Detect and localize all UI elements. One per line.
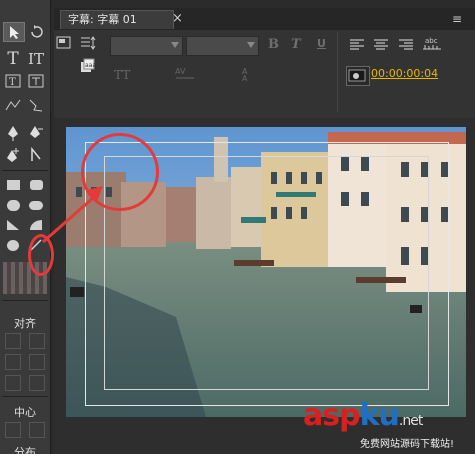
panel-menu-icon[interactable]: ≡ <box>452 12 462 26</box>
bold-button[interactable]: B <box>268 37 279 52</box>
align-bottom-icon[interactable] <box>29 375 45 391</box>
leading-icon[interactable]: AA <box>240 66 256 83</box>
center-section-title: 中心 <box>14 406 36 419</box>
vertical-area-type-tool-icon[interactable] <box>26 72 46 90</box>
vertical-path-type-tool-icon[interactable] <box>26 96 46 114</box>
center-horizontal-icon[interactable] <box>5 422 21 438</box>
selection-tool-icon[interactable] <box>3 22 25 42</box>
type-tool-icon[interactable]: T <box>3 49 23 69</box>
svg-text:T: T <box>9 77 16 88</box>
align-section-title: 对齐 <box>14 317 36 330</box>
font-size-icon[interactable]: TT <box>114 68 132 82</box>
templates-icon[interactable]: aaa <box>80 58 96 77</box>
align-top-icon[interactable] <box>29 333 45 349</box>
align-vertical-center-icon[interactable] <box>29 354 45 370</box>
italic-button[interactable]: T <box>291 37 301 52</box>
ellipse-tool-icon[interactable] <box>3 236 23 254</box>
svg-text:aaa: aaa <box>85 62 96 69</box>
svg-text:AV: AV <box>175 67 186 76</box>
rectangle-tool-icon[interactable] <box>3 176 23 194</box>
align-text-right-icon[interactable] <box>399 39 413 51</box>
wedge-tool-icon[interactable] <box>3 216 23 234</box>
timecode-display[interactable]: 00:00:00:04 <box>371 67 438 80</box>
rotate-tool-icon[interactable] <box>26 22 46 40</box>
pen-tool-icon[interactable] <box>3 124 23 142</box>
watermark-brand-asp: asp <box>303 398 361 433</box>
tab-stops-icon[interactable]: abc <box>422 36 442 55</box>
roll-crawl-options-icon[interactable] <box>80 36 96 53</box>
align-right-icon[interactable] <box>5 375 21 391</box>
tab-title-01[interactable]: 字幕: 字幕 01 <box>60 10 174 29</box>
watermark-logo: aspku.net <box>303 398 423 440</box>
tab-label: 字幕: 字幕 01 <box>68 13 137 26</box>
area-type-tool-icon[interactable]: T <box>3 72 23 90</box>
svg-text:abc: abc <box>425 37 438 45</box>
tab-close-icon[interactable]: × <box>172 11 183 26</box>
title-toolbar: aaa B T U abc TT AV AA 00:00:00:04 <box>54 30 475 118</box>
delete-anchor-point-icon[interactable] <box>26 124 46 142</box>
align-horizontal-center-icon[interactable] <box>5 354 21 370</box>
font-family-dropdown[interactable] <box>110 36 183 56</box>
add-anchor-point-icon[interactable] <box>3 146 23 164</box>
title-based-on-current-icon[interactable] <box>56 36 72 53</box>
svg-text:A: A <box>242 74 248 82</box>
watermark-brand-suffix: .net <box>398 413 423 429</box>
center-vertical-icon[interactable] <box>29 422 45 438</box>
vertical-type-tool-icon[interactable]: IT <box>26 50 46 68</box>
watermark-tagline: 免费网站源码下载站! <box>360 439 455 450</box>
distribute-section-title: 分布 <box>14 446 36 454</box>
underline-button[interactable]: U <box>317 37 326 50</box>
watermark-brand-ku: ku <box>359 398 400 433</box>
clipped-rectangle-tool-icon[interactable] <box>3 196 23 214</box>
annotation-arrow <box>42 186 103 244</box>
align-text-center-icon[interactable] <box>374 39 388 51</box>
align-left-icon[interactable] <box>5 333 21 349</box>
path-type-tool-icon[interactable] <box>3 96 23 114</box>
font-style-dropdown[interactable] <box>186 36 259 56</box>
align-text-left-icon[interactable] <box>350 39 364 51</box>
kerning-icon[interactable]: AV <box>174 66 196 80</box>
convert-anchor-point-icon[interactable] <box>26 146 46 164</box>
show-background-video-icon[interactable] <box>346 66 370 86</box>
